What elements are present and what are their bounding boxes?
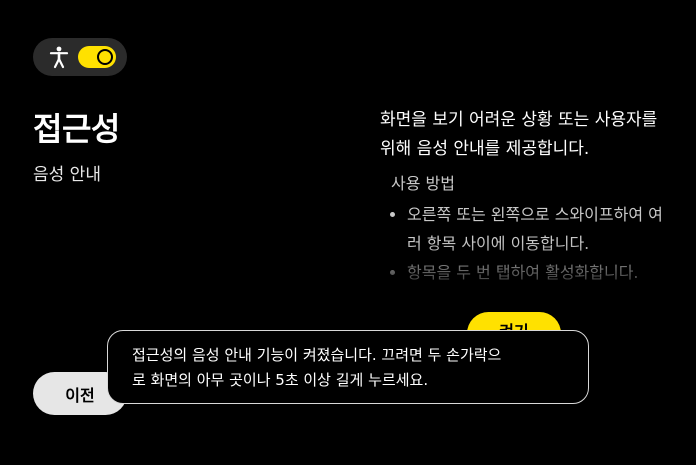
toast-line: 접근성의 음성 안내 기능이 켜졌습니다. 끄려면 두 손가락으 [132, 346, 502, 364]
toggle-knob [97, 49, 113, 65]
howto-list: 오른쪽 또는 왼쪽으로 스와이프하여 여러 항목 사이에 이동합니다. 항목을 … [380, 200, 670, 287]
page-description: 화면을 보기 어려운 상황 또는 사용자를 위해 음성 안내를 제공합니다. [380, 106, 670, 164]
toast-message: 접근성의 음성 안내 기능이 켜졌습니다. 끄려면 두 손가락으 로 화면의 아… [107, 330, 589, 404]
page-subtitle: 음성 안내 [33, 165, 101, 185]
howto-heading: 사용 방법 [391, 174, 455, 193]
list-item: 항목을 두 번 탭하여 활성화합니다. [380, 258, 670, 287]
accessibility-person-icon [49, 46, 69, 69]
voice-guide-toggle[interactable] [78, 46, 116, 68]
list-item-text: 오른쪽 또는 왼쪽으로 스와이프하여 여러 항목 사이에 이동합니다. [407, 205, 663, 253]
accessibility-toggle-pill[interactable] [33, 38, 127, 76]
bullet-icon [390, 212, 395, 217]
description-line: 화면을 보기 어려운 상황 또는 사용자를 [380, 110, 658, 130]
bullet-icon [390, 270, 395, 275]
list-item: 오른쪽 또는 왼쪽으로 스와이프하여 여러 항목 사이에 이동합니다. [380, 200, 670, 258]
description-line: 위해 음성 안내를 제공합니다. [380, 139, 590, 159]
list-item-text: 항목을 두 번 탭하여 활성화합니다. [407, 263, 639, 282]
howto-section: 사용 방법 오른쪽 또는 왼쪽으로 스와이프하여 여러 항목 사이에 이동합니다… [380, 170, 680, 300]
toast-line: 로 화면의 아무 곳이나 5초 이상 길게 누르세요. [132, 371, 429, 389]
page-title: 접근성 [33, 110, 120, 148]
